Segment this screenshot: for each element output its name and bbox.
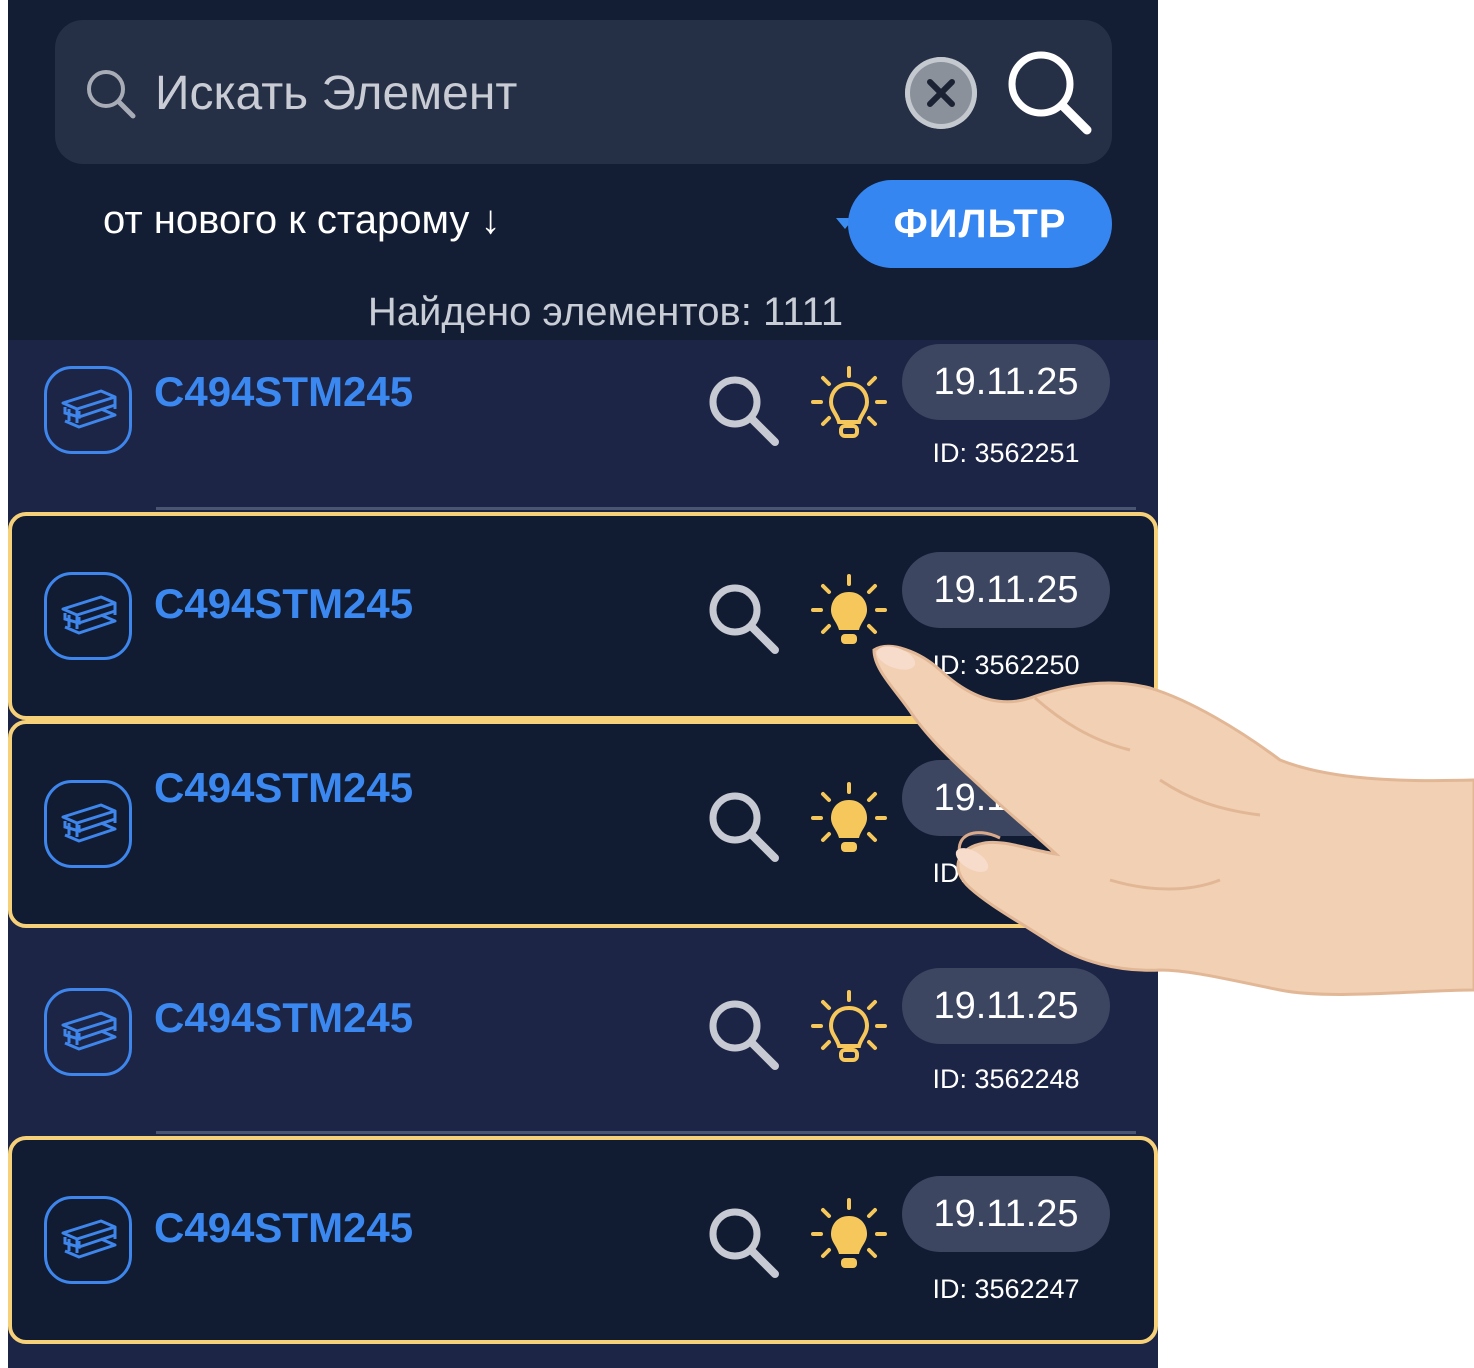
- beam-icon: [44, 366, 132, 454]
- date-badge: 19.11.25: [902, 1176, 1110, 1252]
- item-name[interactable]: C494STM245: [154, 764, 413, 812]
- date-badge: 19.11.25: [902, 552, 1110, 628]
- date-badge: 19.11.25: [902, 344, 1110, 420]
- item-id: ID: 3562248: [932, 1064, 1080, 1094]
- beam-icon: [44, 988, 132, 1076]
- sort-dropdown[interactable]: от нового к старому ↓: [103, 198, 501, 243]
- item-id: ID: 3562247: [932, 1274, 1080, 1304]
- found-count: Найдено элементов: 1111: [367, 290, 844, 334]
- search-icon[interactable]: [703, 1202, 783, 1282]
- search-icon[interactable]: [703, 578, 783, 658]
- lightbulb-on-icon[interactable]: [811, 1198, 887, 1278]
- search-bar[interactable]: [55, 20, 1112, 164]
- beam-icon: [44, 572, 132, 660]
- search-icon[interactable]: [703, 786, 783, 866]
- search-icon[interactable]: [703, 994, 783, 1074]
- beam-icon: [44, 1196, 132, 1284]
- divider: [156, 1131, 1136, 1134]
- search-input[interactable]: [153, 54, 877, 132]
- filter-button[interactable]: ФИЛЬТР: [848, 180, 1112, 268]
- item-name[interactable]: C494STM245: [154, 580, 413, 628]
- item-name[interactable]: C494STM245: [154, 1204, 413, 1252]
- search-icon: [87, 70, 136, 119]
- item-name[interactable]: C494STM245: [154, 994, 413, 1042]
- close-icon: [927, 79, 955, 107]
- search-submit-icon[interactable]: [1003, 46, 1095, 138]
- search-icon[interactable]: [703, 370, 783, 450]
- item-id: ID: 3562251: [932, 438, 1080, 468]
- item-name[interactable]: C494STM245: [154, 368, 413, 416]
- list-item-selected[interactable]: C494STM245 19.11.25 ID: 3562247: [8, 1136, 1158, 1344]
- lightbulb-off-icon[interactable]: [811, 366, 887, 446]
- beam-icon: [44, 780, 132, 868]
- pointing-hand-illustration: [872, 644, 1474, 996]
- divider: [156, 507, 1136, 510]
- clear-button[interactable]: [905, 57, 977, 129]
